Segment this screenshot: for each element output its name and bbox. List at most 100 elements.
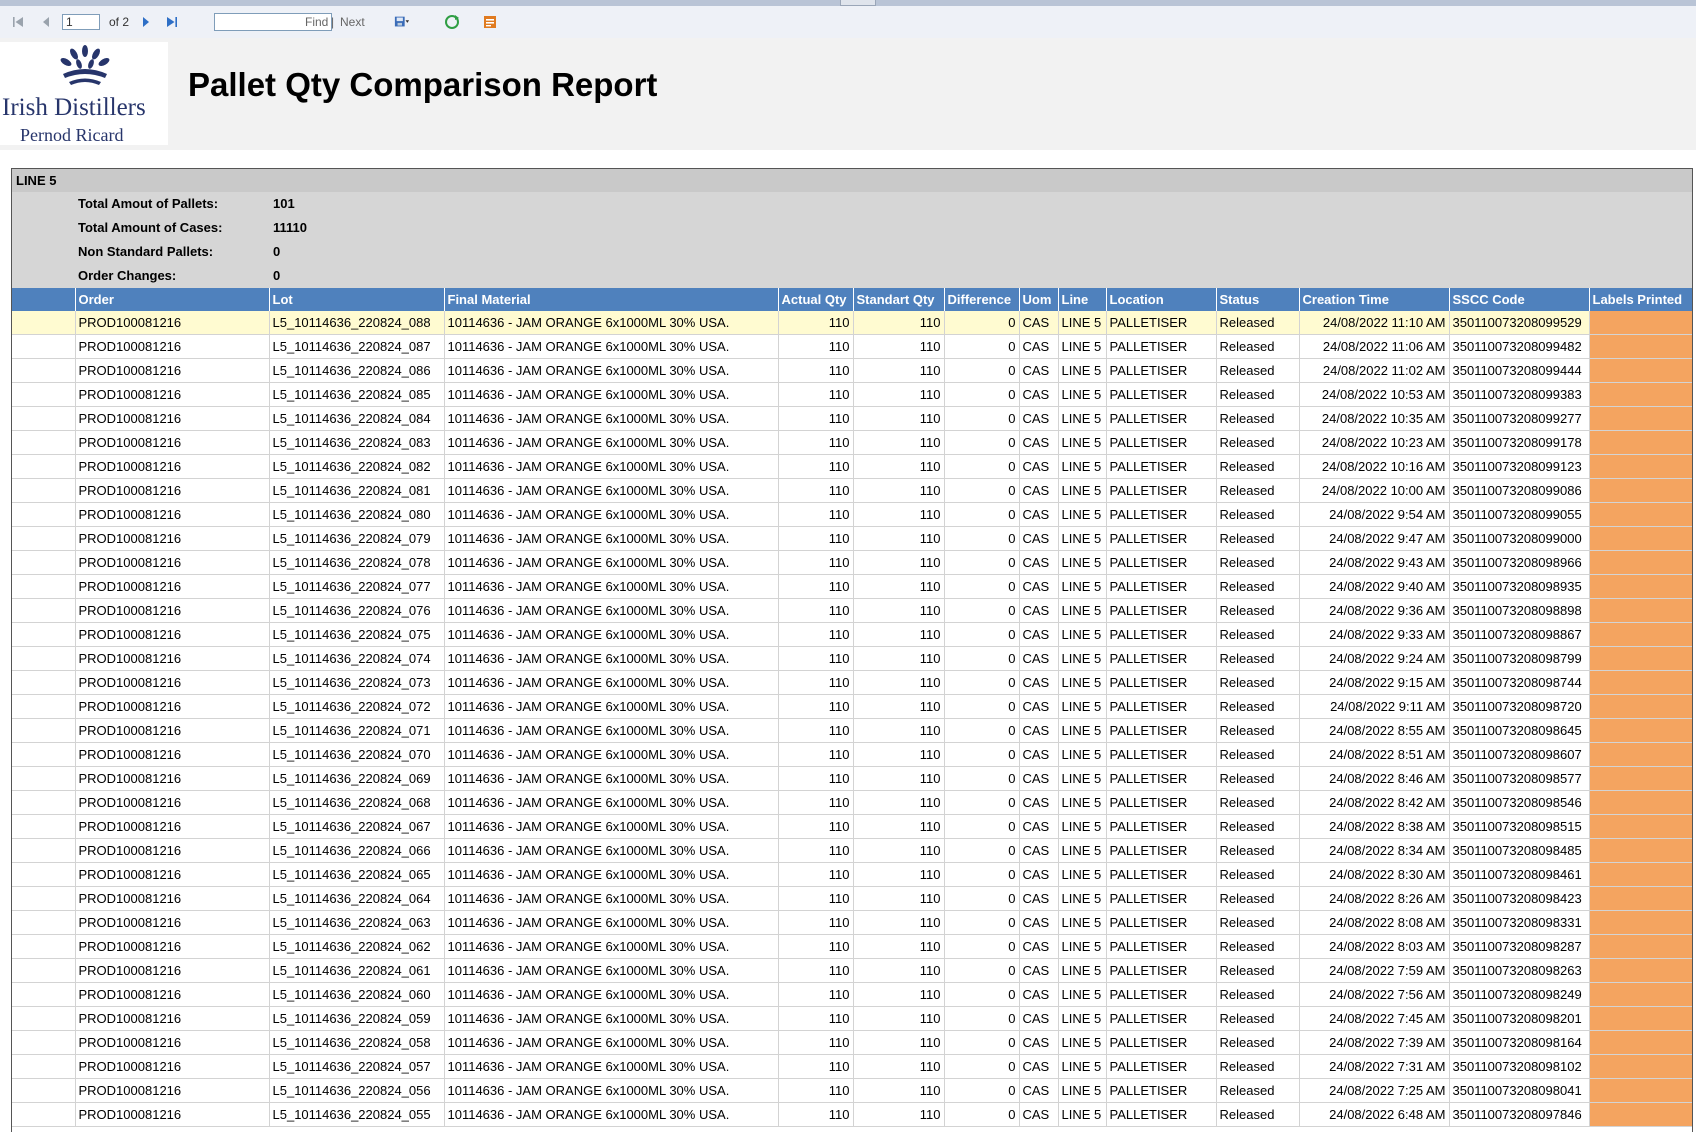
cell-creation-time: 24/08/2022 7:31 AM	[1299, 1054, 1450, 1079]
cell-uom: CAS	[1019, 430, 1059, 455]
refresh-icon	[444, 14, 460, 30]
cell-difference: 0	[944, 1078, 1020, 1103]
cell-sscc-code: 350110073208098249	[1449, 982, 1590, 1007]
cell-final-material: 10114636 - JAM ORANGE 6x1000ML 30% USA.	[444, 886, 779, 911]
table-row[interactable]: PROD100081216 L5_10114636_220824_069 10114…	[12, 766, 1692, 791]
group-header[interactable]: LINE 5	[12, 169, 1692, 192]
previous-page-icon	[38, 14, 54, 30]
table-row[interactable]: PROD100081216 L5_10114636_220824_088 10114…	[12, 311, 1692, 335]
table-row[interactable]: PROD100081216 L5_10114636_220824_070 10114…	[12, 742, 1692, 767]
cell-blank	[12, 646, 76, 671]
table-row[interactable]: PROD100081216 L5_10114636_220824_072 10114…	[12, 694, 1692, 719]
cell-line: LINE 5	[1058, 742, 1107, 767]
table-row[interactable]: PROD100081216 L5_10114636_220824_066 10114…	[12, 838, 1692, 863]
col-header-final-material[interactable]: Final Material	[444, 288, 779, 311]
cell-lot: L5_10114636_220824_072	[269, 694, 445, 719]
cell-lot: L5_10114636_220824_061	[269, 958, 445, 983]
cell-sscc-code: 350110073208098898	[1449, 598, 1590, 623]
table-row[interactable]: PROD100081216 L5_10114636_220824_057 10114…	[12, 1054, 1692, 1079]
col-header-line[interactable]: Line	[1058, 288, 1107, 311]
export-button[interactable]	[394, 6, 410, 38]
table-row[interactable]: PROD100081216 L5_10114636_220824_083 10114…	[12, 430, 1692, 455]
col-header-status[interactable]: Status	[1216, 288, 1300, 311]
cell-line: LINE 5	[1058, 406, 1107, 431]
table-row[interactable]: PROD100081216 L5_10114636_220824_086 10114…	[12, 358, 1692, 383]
cell-location: PALLETISER	[1106, 1102, 1217, 1127]
cell-final-material: 10114636 - JAM ORANGE 6x1000ML 30% USA.	[444, 1054, 779, 1079]
col-header-standart-qty[interactable]: Standart Qty	[853, 288, 945, 311]
table-row[interactable]: PROD100081216 L5_10114636_220824_087 10114…	[12, 334, 1692, 359]
table-row[interactable]: PROD100081216 L5_10114636_220824_064 10114…	[12, 886, 1692, 911]
table-row[interactable]: PROD100081216 L5_10114636_220824_073 10114…	[12, 670, 1692, 695]
table-row[interactable]: PROD100081216 L5_10114636_220824_077 10114…	[12, 574, 1692, 599]
cell-standart-qty: 110	[853, 814, 945, 839]
table-row[interactable]: PROD100081216 L5_10114636_220824_060 10114…	[12, 982, 1692, 1007]
cell-labels-printed	[1589, 886, 1692, 911]
cell-blank	[12, 670, 76, 695]
last-page-button[interactable]	[164, 6, 180, 38]
table-row[interactable]: PROD100081216 L5_10114636_220824_071 10114…	[12, 718, 1692, 743]
cell-creation-time: 24/08/2022 9:54 AM	[1299, 502, 1450, 527]
col-header-sscc-code[interactable]: SSCC Code	[1449, 288, 1590, 311]
table-row[interactable]: PROD100081216 L5_10114636_220824_080 10114…	[12, 502, 1692, 527]
table-row[interactable]: PROD100081216 L5_10114636_220824_056 10114…	[12, 1078, 1692, 1103]
cell-difference: 0	[944, 1102, 1020, 1127]
cell-lot: L5_10114636_220824_059	[269, 1006, 445, 1031]
table-row[interactable]: PROD100081216 L5_10114636_220824_079 10114…	[12, 526, 1692, 551]
col-header-location[interactable]: Location	[1106, 288, 1217, 311]
find-link[interactable]: Find	[305, 6, 328, 38]
cell-difference: 0	[944, 646, 1020, 671]
first-page-button[interactable]	[10, 6, 26, 38]
table-row[interactable]: PROD100081216 L5_10114636_220824_076 10114…	[12, 598, 1692, 623]
table-row[interactable]: PROD100081216 L5_10114636_220824_084 10114…	[12, 406, 1692, 431]
page-number-input[interactable]: 1	[62, 14, 100, 30]
table-row[interactable]: PROD100081216 L5_10114636_220824_062 10114…	[12, 934, 1692, 959]
cell-blank	[12, 838, 76, 863]
table-row[interactable]: PROD100081216 L5_10114636_220824_068 10114…	[12, 790, 1692, 815]
table-row[interactable]: PROD100081216 L5_10114636_220824_085 10114…	[12, 382, 1692, 407]
cell-uom: CAS	[1019, 622, 1059, 647]
cell-sscc-code: 350110073208098515	[1449, 814, 1590, 839]
table-row[interactable]: PROD100081216 L5_10114636_220824_074 10114…	[12, 646, 1692, 671]
table-row[interactable]: PROD100081216 L5_10114636_220824_055 10114…	[12, 1102, 1692, 1127]
table-row[interactable]: PROD100081216 L5_10114636_220824_067 10114…	[12, 814, 1692, 839]
table-row[interactable]: PROD100081216 L5_10114636_220824_058 10114…	[12, 1030, 1692, 1055]
cell-status: Released	[1216, 958, 1300, 983]
col-header-order[interactable]: Order	[75, 288, 270, 311]
cell-line: LINE 5	[1058, 598, 1107, 623]
cell-uom: CAS	[1019, 311, 1059, 335]
table-row[interactable]: PROD100081216 L5_10114636_220824_075 10114…	[12, 622, 1692, 647]
cell-line: LINE 5	[1058, 382, 1107, 407]
table-row[interactable]: PROD100081216 L5_10114636_220824_063 10114…	[12, 910, 1692, 935]
col-header-actual-qty[interactable]: Actual Qty	[778, 288, 854, 311]
next-page-button[interactable]	[138, 6, 154, 38]
cell-lot: L5_10114636_220824_087	[269, 334, 445, 359]
col-header-blank[interactable]	[12, 288, 76, 311]
cell-blank	[12, 334, 76, 359]
col-header-lot[interactable]: Lot	[269, 288, 445, 311]
col-header-difference[interactable]: Difference	[944, 288, 1020, 311]
table-row[interactable]: PROD100081216 L5_10114636_220824_081 10114…	[12, 478, 1692, 503]
cell-order: PROD100081216	[75, 1030, 270, 1055]
print-button[interactable]	[482, 6, 498, 38]
table-row[interactable]: PROD100081216 L5_10114636_220824_061 10114…	[12, 958, 1692, 983]
previous-page-button[interactable]	[38, 6, 54, 38]
cell-sscc-code: 350110073208098201	[1449, 1006, 1590, 1031]
cell-order: PROD100081216	[75, 790, 270, 815]
table-row[interactable]: PROD100081216 L5_10114636_220824_059 10114…	[12, 1006, 1692, 1031]
col-header-labels-printed[interactable]: Labels Printed	[1589, 288, 1692, 311]
table-row[interactable]: PROD100081216 L5_10114636_220824_078 10114…	[12, 550, 1692, 575]
cell-blank	[12, 718, 76, 743]
cell-final-material: 10114636 - JAM ORANGE 6x1000ML 30% USA.	[444, 358, 779, 383]
cell-final-material: 10114636 - JAM ORANGE 6x1000ML 30% USA.	[444, 574, 779, 599]
table-row[interactable]: PROD100081216 L5_10114636_220824_082 10114…	[12, 454, 1692, 479]
next-link[interactable]: Next	[340, 6, 365, 38]
col-header-uom[interactable]: Uom	[1019, 288, 1059, 311]
summary-value: 11110	[273, 220, 307, 235]
cell-standart-qty: 110	[853, 1006, 945, 1031]
col-header-creation-time[interactable]: Creation Time	[1299, 288, 1450, 311]
refresh-button[interactable]	[444, 6, 460, 38]
table-row[interactable]: PROD100081216 L5_10114636_220824_065 10114…	[12, 862, 1692, 887]
cell-location: PALLETISER	[1106, 406, 1217, 431]
report-header: Irish Distillers Pernod Ricard Pallet Qt…	[0, 38, 1696, 150]
